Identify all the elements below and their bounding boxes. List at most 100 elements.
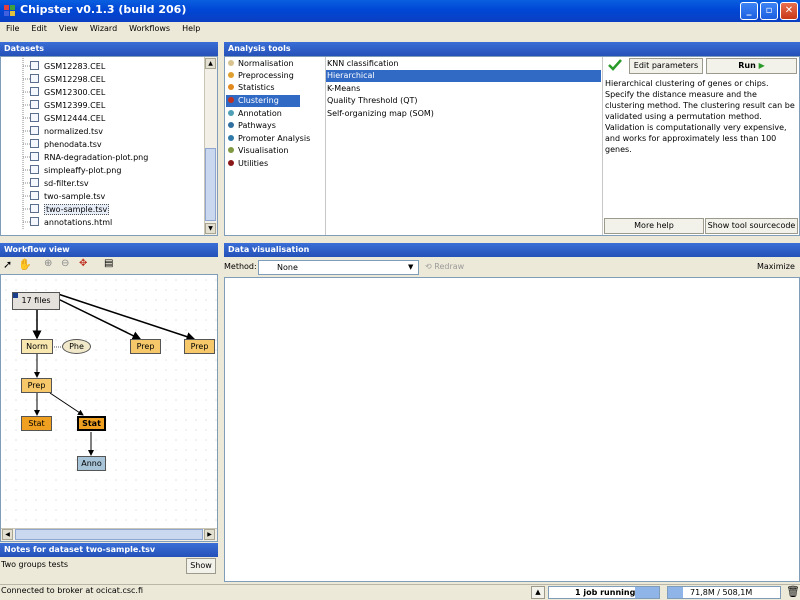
datasets-header: Datasets [0, 42, 218, 56]
scroll-up-button[interactable]: ▲ [205, 58, 216, 69]
tool-hierarchical[interactable]: Hierarchical [326, 70, 601, 82]
checkmark-icon [608, 59, 622, 71]
select-pointer-icon[interactable]: ➚ [3, 258, 12, 271]
zoom-out-icon[interactable]: ⊖ [61, 258, 69, 269]
dataset-item[interactable]: GSM12283.CEL [30, 60, 105, 73]
category-dot-icon [228, 147, 234, 153]
html-file-icon [30, 217, 39, 226]
scroll-down-button[interactable]: ▼ [205, 223, 216, 234]
tool-knn[interactable]: KNN classification [326, 58, 601, 70]
menu-edit[interactable]: Edit [25, 22, 53, 33]
workflow-node-prep[interactable]: Prep [184, 339, 215, 354]
scroll-thumb[interactable] [205, 148, 216, 221]
image-file-icon [30, 165, 39, 174]
expand-jobs-button[interactable]: ▲ [531, 586, 545, 599]
cel-file-icon [30, 113, 39, 122]
category-normalisation[interactable]: Normalisation [228, 58, 294, 70]
cel-file-icon [30, 87, 39, 96]
dataset-item[interactable]: RNA-degradation-plot.png [30, 151, 148, 164]
scroll-left-button[interactable]: ◀ [2, 529, 13, 540]
dataset-item[interactable]: sd-filter.tsv [30, 177, 89, 190]
dataset-item[interactable]: annotations.html [30, 216, 112, 229]
workflow-node-prep[interactable]: Prep [21, 378, 52, 393]
jobs-progress-fill [635, 587, 659, 598]
category-promoter-analysis[interactable]: Promoter Analysis [228, 133, 310, 145]
maximize-button[interactable]: ▫ [760, 2, 778, 20]
analysis-tools-header: Analysis tools [224, 42, 800, 56]
category-dot-icon [228, 122, 234, 128]
window-title: Chipster v0.1.3 (build 206) [20, 3, 187, 16]
tool-qt[interactable]: Quality Threshold (QT) [326, 95, 601, 107]
title-bar: Chipster v0.1.3 (build 206) _ ▫ ✕ [0, 0, 800, 22]
jobs-progress: 1 job running [548, 586, 660, 599]
run-button[interactable]: Run ▶ [706, 58, 797, 74]
workflow-toolbar: ➚ ✋ ⊕ ⊖ ✥ ▤ [0, 257, 218, 274]
play-icon: ▶ [758, 61, 765, 70]
workflow-node-stat-selected[interactable]: Stat [77, 416, 106, 431]
category-statistics[interactable]: Statistics [228, 82, 275, 94]
maximize-link[interactable]: Maximize [757, 262, 795, 271]
workflow-node-stat[interactable]: Stat [21, 416, 52, 431]
workflow-node-anno[interactable]: Anno [77, 456, 106, 471]
table-file-icon [30, 191, 39, 200]
scroll-right-button[interactable]: ▶ [204, 529, 215, 540]
image-file-icon [30, 152, 39, 161]
more-help-button[interactable]: More help [604, 218, 704, 234]
close-button[interactable]: ✕ [780, 2, 798, 20]
workflow-node-prep[interactable]: Prep [130, 339, 161, 354]
workflow-view-header: Workflow view [0, 243, 218, 257]
dataset-item[interactable]: phenodata.tsv [30, 138, 102, 151]
menu-wizard[interactable]: Wizard [84, 22, 123, 33]
workflow-node-files[interactable]: 17 files [12, 292, 60, 310]
trash-icon[interactable]: 🗑 [786, 585, 800, 598]
show-notes-button[interactable]: Show [186, 558, 216, 574]
pan-hand-icon[interactable]: ✋ [18, 258, 32, 271]
dataset-item[interactable]: normalized.tsv [30, 125, 103, 138]
category-annotation[interactable]: Annotation [228, 108, 282, 120]
workflow-node-norm[interactable]: Norm [21, 339, 53, 354]
category-dot-icon [228, 84, 234, 90]
menu-bar: File Edit View Wizard Workflows Help [0, 22, 800, 39]
fit-to-view-icon[interactable]: ✥ [79, 258, 87, 269]
tool-som[interactable]: Self-organizing map (SOM) [326, 108, 601, 120]
edit-parameters-button[interactable]: Edit parameters [629, 58, 703, 74]
dataset-item[interactable]: two-sample.tsv [30, 190, 105, 203]
node-marker-icon [13, 293, 18, 298]
dataset-item[interactable]: GSM12399.CEL [30, 99, 105, 112]
dataset-item[interactable]: GSM12298.CEL [30, 73, 105, 86]
table-file-icon [30, 204, 39, 213]
memory-fill [668, 587, 683, 598]
data-visualisation-header: Data visualisation [224, 243, 800, 257]
redraw-button[interactable]: ⟲ Redraw [425, 262, 464, 271]
category-visualisation[interactable]: Visualisation [228, 145, 289, 157]
menu-workflows[interactable]: Workflows [123, 22, 176, 33]
notes-text[interactable]: Two groups tests [1, 560, 68, 569]
dataset-item[interactable]: GSM12444.CEL [30, 112, 105, 125]
category-clustering[interactable]: Clustering [226, 95, 300, 107]
show-tool-sourcecode-button[interactable]: Show tool sourcecode [705, 218, 798, 234]
chevron-down-icon: ▼ [408, 263, 414, 271]
menu-file[interactable]: File [0, 22, 25, 33]
category-utilities[interactable]: Utilities [228, 158, 268, 170]
method-select[interactable]: None ▼ [258, 260, 419, 275]
category-preprocessing[interactable]: Preprocessing [228, 70, 294, 82]
auto-arrange-icon[interactable]: ▤ [104, 258, 113, 269]
hscroll-thumb[interactable] [15, 529, 203, 540]
menu-view[interactable]: View [53, 22, 84, 33]
category-dot-icon [228, 60, 234, 66]
redraw-icon: ⟲ [425, 262, 432, 271]
dataset-item[interactable]: simpleaffy-plot.png [30, 164, 121, 177]
category-dot-icon [228, 72, 234, 78]
workflow-node-phe[interactable]: Phe [62, 339, 91, 354]
cel-file-icon [30, 74, 39, 83]
visualisation-canvas[interactable] [224, 277, 800, 582]
tool-kmeans[interactable]: K-Means [326, 83, 601, 95]
category-pathways[interactable]: Pathways [228, 120, 276, 132]
dataset-item-selected[interactable]: two-sample.tsv [30, 203, 110, 216]
dataset-item[interactable]: GSM12300.CEL [30, 86, 105, 99]
table-file-icon [30, 126, 39, 135]
notes-header: Notes for dataset two-sample.tsv [0, 543, 218, 557]
menu-help[interactable]: Help [176, 22, 206, 33]
zoom-in-icon[interactable]: ⊕ [44, 258, 52, 269]
minimize-button[interactable]: _ [740, 2, 758, 20]
